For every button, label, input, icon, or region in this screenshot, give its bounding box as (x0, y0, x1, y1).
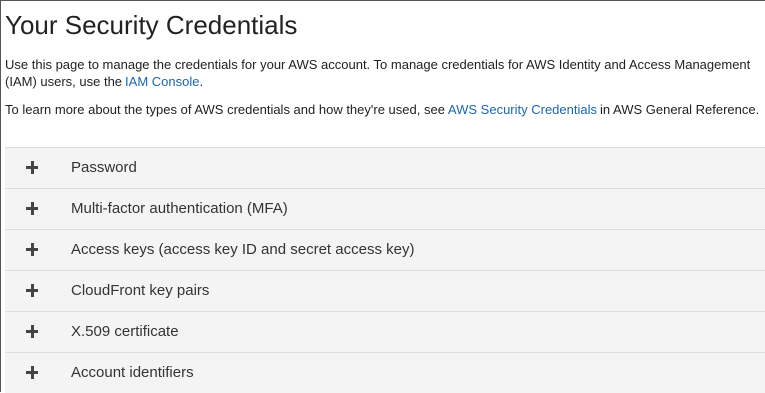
learn-more-paragraph: To learn more about the types of AWS cre… (5, 101, 764, 118)
credentials-sections: Password Multi-factor authentication (MF… (5, 147, 765, 393)
section-account-identifiers[interactable]: Account identifiers (5, 352, 765, 393)
security-credentials-page: Your Security Credentials Use this page … (0, 0, 765, 393)
section-cloudfront-key-pairs[interactable]: CloudFront key pairs (5, 270, 765, 311)
plus-icon[interactable] (26, 243, 39, 256)
section-password[interactable]: Password (5, 147, 765, 188)
aws-security-credentials-link[interactable]: AWS Security Credentials (448, 102, 597, 117)
intro-paragraph: Use this page to manage the credentials … (5, 56, 764, 90)
section-label: Access keys (access key ID and secret ac… (71, 241, 415, 258)
section-mfa[interactable]: Multi-factor authentication (MFA) (5, 188, 765, 229)
section-access-keys[interactable]: Access keys (access key ID and secret ac… (5, 229, 765, 270)
plus-icon[interactable] (26, 325, 39, 338)
section-label: Account identifiers (71, 364, 194, 381)
plus-icon[interactable] (26, 161, 39, 174)
learn-suffix: in AWS General Reference. (600, 102, 760, 117)
plus-icon[interactable] (26, 366, 39, 379)
intro-suffix: . (199, 74, 204, 89)
section-label: Password (71, 159, 137, 176)
learn-text: To learn more about the types of AWS cre… (5, 102, 445, 117)
section-label: CloudFront key pairs (71, 282, 210, 299)
section-label: X.509 certificate (71, 323, 179, 340)
plus-icon[interactable] (26, 284, 39, 297)
intro-text: Use this page to manage the credentials … (5, 57, 751, 89)
iam-console-link[interactable]: IAM Console (125, 74, 199, 89)
page-title: Your Security Credentials (5, 10, 298, 40)
section-x509-certificate[interactable]: X.509 certificate (5, 311, 765, 352)
section-label: Multi-factor authentication (MFA) (71, 200, 288, 217)
plus-icon[interactable] (26, 202, 39, 215)
